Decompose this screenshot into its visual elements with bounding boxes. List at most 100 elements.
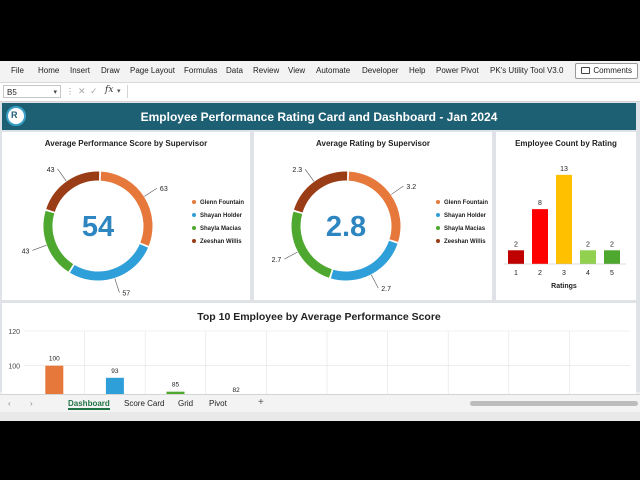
leader-line: [304, 168, 315, 182]
legend-item: Zeeshan Willis: [436, 239, 486, 245]
name-box[interactable]: B5 ▾: [3, 85, 61, 98]
tab-pivot[interactable]: Pivot: [209, 399, 227, 408]
tab-grid[interactable]: Grid: [178, 399, 193, 408]
menu-view[interactable]: View: [288, 66, 305, 75]
legend-label: Shayan Holder: [200, 213, 243, 219]
bar: [105, 377, 124, 395]
data-label: 2.7: [272, 257, 282, 264]
insert-function-button[interactable]: fx: [105, 85, 113, 95]
card-avg-performance[interactable]: Average Performance Score by Supervisor …: [2, 132, 250, 300]
enter-icon[interactable]: ✓: [90, 86, 98, 97]
bar: [604, 250, 620, 264]
legend-marker: [192, 239, 196, 244]
card-top10[interactable]: Top 10 Employee by Average Performance S…: [2, 303, 636, 395]
tick-label: 5: [610, 270, 614, 277]
legend-marker: [436, 200, 440, 205]
legend-label: Shayan Holder: [444, 213, 487, 219]
chevron-down-icon[interactable]: ▾: [53, 86, 57, 99]
data-label: 2.7: [381, 286, 391, 293]
tab-dashboard[interactable]: Dashboard: [68, 399, 110, 410]
comments-label: Comments: [593, 66, 632, 75]
tick-label: 3: [562, 270, 566, 277]
data-label: 43: [22, 248, 30, 255]
data-label: 8: [538, 200, 542, 207]
x-axis-label: Ratings: [551, 283, 577, 290]
menu-home[interactable]: Home: [38, 66, 59, 75]
bar: [580, 250, 596, 264]
menu-utility-tool[interactable]: PK's Utility Tool V3.0: [490, 66, 563, 75]
menu-review[interactable]: Review: [253, 66, 279, 75]
donut-slice: [293, 171, 348, 213]
bar-chart: 2 1 8 2 13 3 2 4 2 5 Ratings: [504, 166, 626, 290]
prev-sheet-button[interactable]: ‹: [8, 399, 11, 408]
legend-label: Shayla Macias: [200, 226, 242, 232]
legend-marker: [436, 226, 440, 231]
data-label: 3.2: [406, 184, 416, 191]
formula-input[interactable]: [127, 85, 636, 98]
legend-item: Shayla Macias: [192, 226, 241, 232]
formula-bar: B5 ▾ ⋮ ✕ ✓ fx ▾: [0, 83, 640, 102]
legend-label: Glenn Fountain: [444, 200, 488, 206]
donut-slice: [69, 243, 149, 281]
next-sheet-button[interactable]: ›: [30, 399, 33, 408]
data-label: 85: [172, 382, 180, 389]
more-options-icon[interactable]: ⋮: [66, 87, 74, 96]
tick-label: 2: [538, 270, 542, 277]
data-label: 93: [111, 368, 119, 375]
card-count-by-rating[interactable]: Employee Count by Rating 2 1 8 2 13 3 2 4 2 5 Rati…: [496, 132, 636, 300]
data-label: 82: [232, 387, 240, 394]
menu-help[interactable]: Help: [409, 66, 425, 75]
legend-item: Shayan Holder: [436, 213, 486, 219]
legend-label: Zeeshan Willis: [200, 239, 242, 245]
tab-score-card[interactable]: Score Card: [124, 399, 164, 408]
cancel-icon[interactable]: ✕: [78, 86, 86, 97]
leader-line: [390, 185, 404, 195]
data-label: 2.3: [292, 167, 302, 174]
menu-developer[interactable]: Developer: [362, 66, 398, 75]
data-label: 13: [560, 166, 568, 173]
ribbon-menu: File Home Insert Draw Page Layout Formul…: [0, 61, 640, 83]
legend-marker: [436, 213, 440, 218]
menu-power-pivot[interactable]: Power Pivot: [436, 66, 479, 75]
data-label: 100: [49, 356, 60, 363]
menu-data[interactable]: Data: [226, 66, 243, 75]
sheet-tabs-bar: ‹ › Dashboard Score Card Grid Pivot +: [0, 394, 640, 412]
bar-chart: 1201008060100938582737171696565: [8, 329, 630, 395]
leader-line: [284, 251, 298, 260]
add-sheet-button[interactable]: +: [258, 397, 264, 408]
dashboard-area: R Employee Performance Rating Card and D…: [0, 102, 640, 395]
data-label: 63: [160, 186, 168, 193]
donut-slice: [43, 210, 74, 272]
bar: [45, 365, 64, 395]
menu-automate[interactable]: Automate: [316, 66, 350, 75]
card-avg-rating[interactable]: Average Rating by Supervisor 3.2 2.7 2.7 2.…: [254, 132, 492, 300]
menu-file[interactable]: File: [11, 66, 24, 75]
chevron-down-icon[interactable]: ▾: [117, 87, 121, 95]
status-bar: [0, 412, 640, 421]
tick-label: 4: [586, 270, 590, 277]
leader-line: [144, 187, 158, 197]
menu-formulas[interactable]: Formulas: [184, 66, 217, 75]
legend-marker: [192, 226, 196, 231]
legend-marker: [192, 200, 196, 205]
bar: [508, 250, 524, 264]
legend-item: Shayla Macias: [436, 226, 485, 232]
data-label: 2: [514, 241, 518, 248]
legend-item: Shayan Holder: [192, 213, 242, 219]
y-tick-label: 120: [8, 329, 20, 336]
legend-item: Glenn Fountain: [436, 200, 488, 206]
center-value: 2.8: [326, 211, 366, 243]
donut-slice: [330, 240, 398, 281]
horizontal-scrollbar[interactable]: [470, 401, 638, 406]
center-value: 54: [82, 211, 114, 243]
bar: [532, 209, 548, 264]
legend-item: Glenn Fountain: [192, 200, 244, 206]
menu-page-layout[interactable]: Page Layout: [130, 66, 175, 75]
menu-draw[interactable]: Draw: [101, 66, 120, 75]
leader-line: [371, 274, 379, 289]
data-label: 2: [610, 241, 614, 248]
comments-button[interactable]: Comments: [575, 63, 638, 79]
name-box-value: B5: [7, 88, 17, 97]
menu-insert[interactable]: Insert: [70, 66, 90, 75]
data-label: 43: [47, 167, 55, 174]
